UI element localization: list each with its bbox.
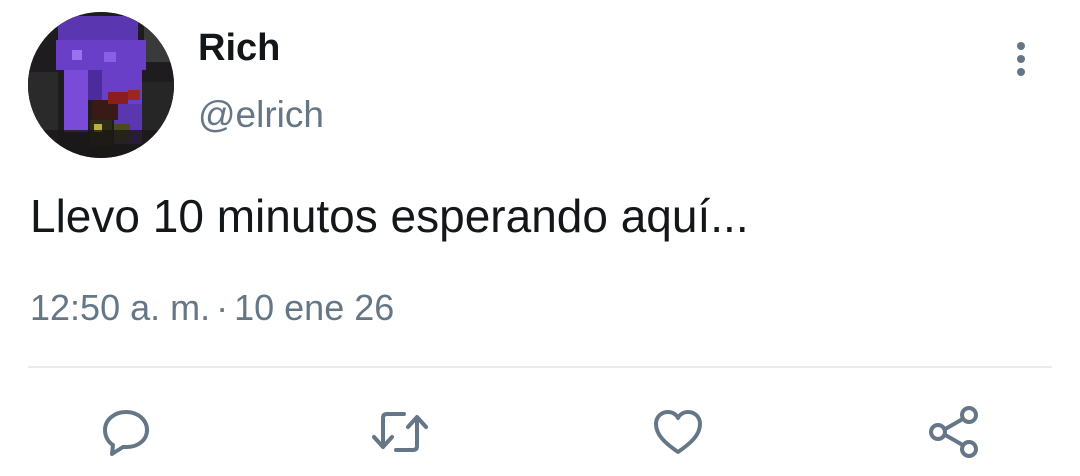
author-handle[interactable]: @elrich: [198, 93, 324, 137]
timestamp-separator: ·: [216, 287, 229, 328]
share-button[interactable]: [924, 402, 984, 462]
tweet-date: 10 ene 26: [234, 287, 395, 328]
share-icon: [929, 406, 978, 458]
heart-icon: [654, 410, 702, 454]
more-vertical-icon: [1017, 42, 1025, 50]
avatar-image: [28, 12, 174, 158]
more-options-button[interactable]: [1000, 36, 1042, 82]
tweet-timestamp[interactable]: 12:50 a. m. · 10 ene 26: [30, 286, 394, 330]
more-vertical-icon-dot: [1017, 68, 1025, 76]
tweet-time: 12:50 a. m.: [30, 287, 211, 328]
like-button[interactable]: [648, 402, 708, 462]
retweet-button[interactable]: [370, 402, 430, 462]
tweet-text: Llevo 10 minutos esperando aquí...: [30, 190, 749, 242]
author-display-name[interactable]: Rich: [198, 26, 280, 70]
reply-button[interactable]: [96, 402, 156, 462]
avatar[interactable]: [28, 12, 174, 158]
retweet-icon: [372, 412, 428, 452]
divider: [28, 366, 1052, 368]
reply-icon: [103, 410, 149, 456]
more-vertical-icon-dot: [1017, 55, 1025, 63]
